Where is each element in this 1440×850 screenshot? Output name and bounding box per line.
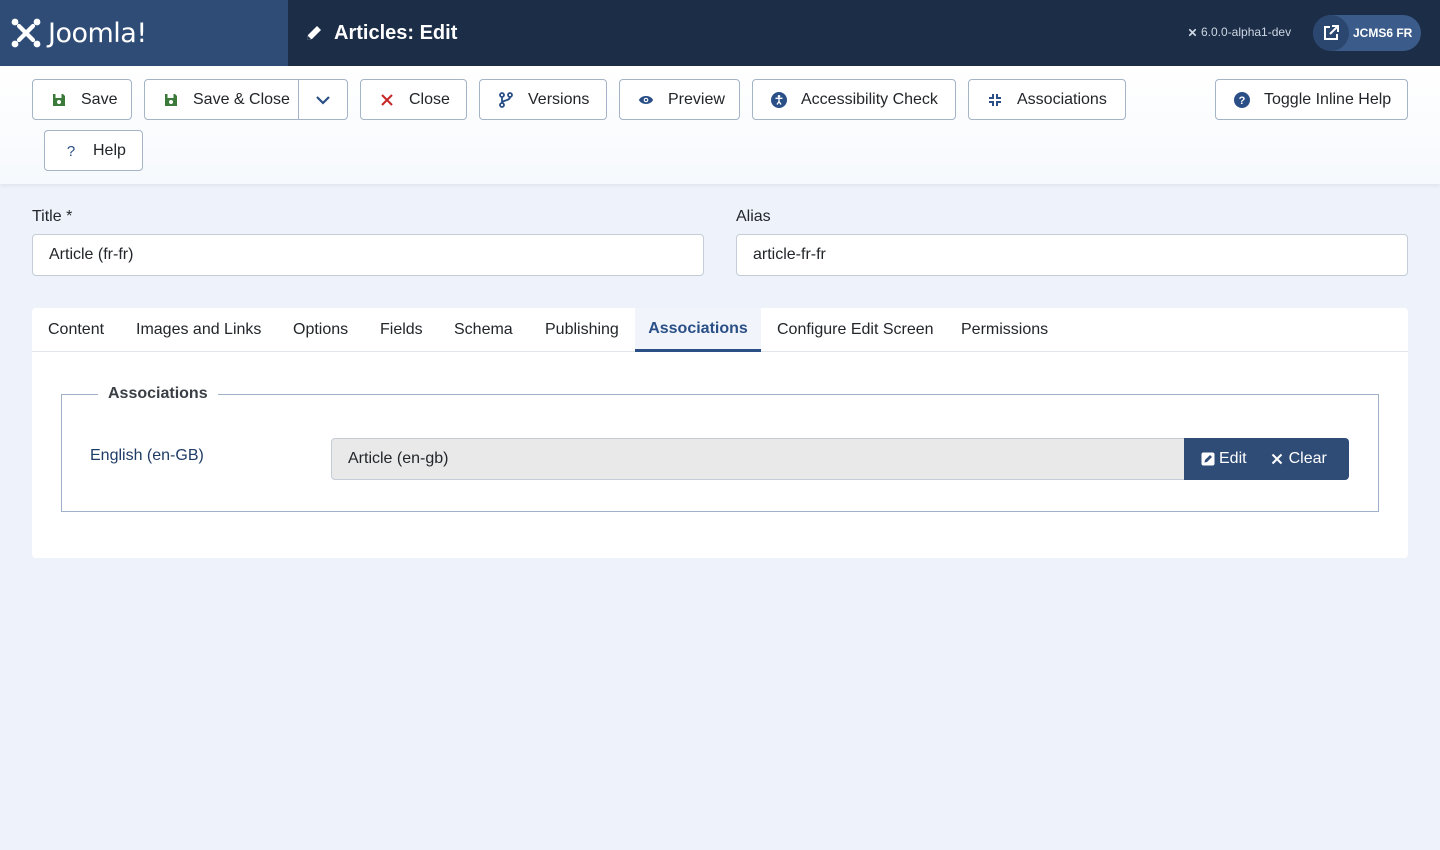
question-icon: ? xyxy=(63,143,79,159)
svg-text:?: ? xyxy=(67,143,75,159)
accessibility-check-button[interactable]: Accessibility Check xyxy=(752,79,956,120)
alias-label: Alias xyxy=(736,208,771,225)
versions-button[interactable]: Versions xyxy=(479,79,607,120)
tab-images-and-links[interactable]: Images and Links xyxy=(136,308,261,352)
save-close-button[interactable]: Save & Close xyxy=(145,80,299,119)
tab-bar: Content Images and Links Options Fields … xyxy=(32,308,1408,352)
associations-button[interactable]: Associations xyxy=(968,79,1126,120)
toggle-inline-help-label: Toggle Inline Help xyxy=(1264,90,1392,108)
tab-content[interactable]: Content xyxy=(48,308,104,352)
associations-legend: Associations xyxy=(98,385,218,403)
version-text: 6.0.0-alpha1-dev xyxy=(1201,25,1292,39)
brand-logo[interactable]: Joomla! xyxy=(0,0,288,66)
close-label: Close xyxy=(409,90,450,108)
joomla-mini-icon xyxy=(1188,28,1197,36)
save-options-dropdown-button[interactable] xyxy=(299,80,347,119)
version-info: 6.0.0-alpha1-dev xyxy=(1187,25,1291,39)
code-branch-icon xyxy=(498,91,514,108)
preview-label: Preview xyxy=(668,90,725,108)
floppy-disk-icon xyxy=(51,92,67,108)
header-bar: Joomla! Articles: Edit 6.0.0-alpha1-dev … xyxy=(0,0,1440,66)
page-title-text: Articles: Edit xyxy=(334,21,458,44)
accessibility-icon xyxy=(771,91,787,108)
save-button[interactable]: Save xyxy=(32,79,132,120)
site-label: JCMS6 FR xyxy=(1353,26,1413,40)
question-circle-icon: ? xyxy=(1234,91,1250,108)
external-link-icon xyxy=(1324,25,1339,40)
tab-fields[interactable]: Fields xyxy=(380,308,423,352)
eye-icon xyxy=(638,92,654,108)
associations-fieldset: Associations English (en-GB) Article (en… xyxy=(61,385,1379,512)
chevron-down-icon xyxy=(316,95,330,105)
page-title: Articles: Edit xyxy=(304,22,457,45)
alias-input[interactable]: article-fr-fr xyxy=(736,234,1408,276)
edit-association-button[interactable]: Edit xyxy=(1201,438,1247,480)
joomla-logo-icon xyxy=(11,18,41,48)
svg-text:?: ? xyxy=(1239,95,1246,107)
close-icon xyxy=(379,92,395,108)
brand-name: Joomla! xyxy=(48,17,147,49)
language-label: English (en-GB) xyxy=(90,447,204,464)
association-actions: Edit Clear xyxy=(1184,438,1349,480)
associated-article-field: Article (en-gb) xyxy=(331,438,1185,480)
title-label: Title * xyxy=(32,208,73,225)
tab-configure-edit-screen[interactable]: Configure Edit Screen xyxy=(777,308,934,352)
edit-icon xyxy=(1201,452,1215,466)
tab-permissions[interactable]: Permissions xyxy=(961,308,1048,352)
edit-label: Edit xyxy=(1219,450,1247,467)
preview-button[interactable]: Preview xyxy=(619,79,740,120)
title-input[interactable]: Article (fr-fr) xyxy=(32,234,704,276)
save-label: Save xyxy=(81,90,118,108)
save-close-label: Save & Close xyxy=(193,90,290,108)
pencil-icon xyxy=(307,26,321,40)
clear-label: Clear xyxy=(1288,450,1327,467)
tab-options[interactable]: Options xyxy=(293,308,348,352)
compress-icon xyxy=(987,92,1003,108)
accessibility-check-label: Accessibility Check xyxy=(801,90,938,108)
close-icon xyxy=(1271,452,1285,466)
toggle-inline-help-button[interactable]: ? Toggle Inline Help xyxy=(1215,79,1408,120)
tab-associations[interactable]: Associations xyxy=(635,308,761,352)
versions-label: Versions xyxy=(528,90,590,108)
associations-label: Associations xyxy=(1017,90,1107,108)
site-link-button[interactable]: JCMS6 FR xyxy=(1313,15,1421,51)
floppy-disk-icon xyxy=(163,92,179,108)
toolbar: Save Save & Close Close Versions Preview xyxy=(0,66,1440,184)
edit-tabs-panel: Content Images and Links Options Fields … xyxy=(32,308,1408,558)
tab-schema[interactable]: Schema xyxy=(454,308,513,352)
help-button[interactable]: ? Help xyxy=(44,130,143,171)
close-button[interactable]: Close xyxy=(360,79,467,120)
help-label: Help xyxy=(93,141,126,159)
clear-association-button[interactable]: Clear xyxy=(1271,438,1327,480)
tab-publishing[interactable]: Publishing xyxy=(545,308,619,352)
save-close-group: Save & Close xyxy=(144,79,348,120)
